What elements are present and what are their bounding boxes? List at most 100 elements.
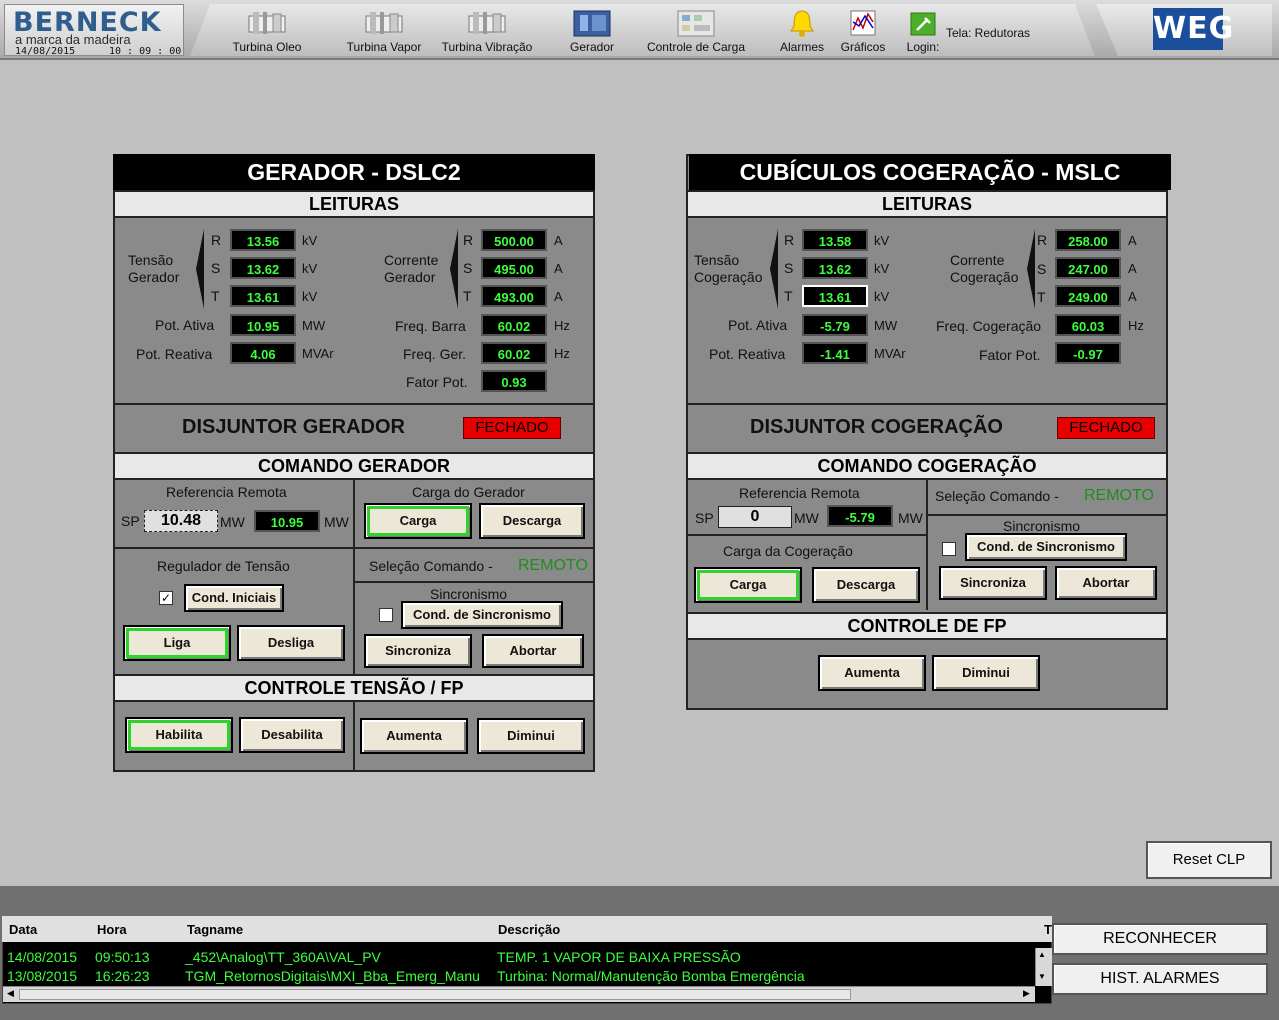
- liga-button[interactable]: Liga: [123, 625, 231, 661]
- alarm-time: 09:50:13: [95, 949, 150, 965]
- scroll-thumb[interactable]: [19, 989, 851, 1000]
- tensao-bracket: [770, 229, 778, 309]
- sp-label: SP: [121, 513, 140, 529]
- descarga-button[interactable]: Descarga: [812, 567, 920, 603]
- divider: [355, 581, 593, 583]
- turbine-icon: [468, 12, 506, 34]
- unit-label: Hz: [554, 318, 570, 333]
- reset-clp-button[interactable]: Reset CLP: [1146, 841, 1272, 879]
- abortar-button[interactable]: Abortar: [1055, 566, 1157, 600]
- cond-iniciais-button[interactable]: Cond. Iniciais: [184, 584, 284, 612]
- unit-label: A: [1128, 289, 1137, 304]
- nav-turbina-vapor[interactable]: Turbina Vapor: [340, 4, 428, 58]
- nav-gerador[interactable]: Gerador: [562, 4, 622, 58]
- nav-graficos[interactable]: Gráficos: [836, 4, 890, 58]
- desabilita-button[interactable]: Desabilita: [239, 717, 345, 753]
- phase-label: T: [463, 288, 472, 304]
- col-descricao: Descrição: [498, 922, 561, 937]
- brand-tagline: a marca da madeira: [15, 32, 131, 47]
- freq-ger-value: 60.02: [481, 342, 547, 364]
- diminui-button[interactable]: Diminui: [932, 655, 1040, 691]
- divider: [688, 534, 926, 536]
- pot-ativa-label: Pot. Ativa: [155, 317, 215, 333]
- scroll-up-icon[interactable]: ▲: [1038, 950, 1046, 959]
- reconhecer-button[interactable]: RECONHECER: [1052, 923, 1268, 955]
- phase-label: R: [211, 232, 222, 248]
- horizontal-scrollbar[interactable]: ◀ ▶: [3, 986, 1035, 1002]
- hist-alarmes-button[interactable]: HIST. ALARMES: [1052, 963, 1268, 995]
- cond-sinc-checkbox[interactable]: [379, 608, 393, 622]
- corrente-gerador-label: Corrente Gerador: [384, 252, 439, 285]
- phase-label: T: [784, 288, 793, 304]
- freq-cogeracao-label: Freq. Cogeração: [936, 318, 1042, 334]
- carga-button[interactable]: Carga: [364, 503, 472, 539]
- controle-fp-header: CONTROLE DE FP: [688, 612, 1166, 640]
- selecao-comando-label: Seleção Comando -: [935, 488, 1059, 504]
- fator-pot-label: Fator Pot.: [979, 347, 1041, 363]
- corrente-bracket: [450, 229, 458, 309]
- comando-cogeracao-header: COMANDO COGERAÇÃO: [688, 452, 1166, 480]
- scroll-left-icon[interactable]: ◀: [7, 988, 14, 999]
- phase-label: T: [211, 288, 220, 304]
- ref-value: -5.79: [827, 505, 893, 527]
- selecao-comando-value: REMOTO: [518, 557, 588, 574]
- fator-pot-value: 0.93: [481, 370, 547, 392]
- divider: [353, 480, 355, 770]
- phase-label: S: [211, 260, 221, 276]
- table-row[interactable]: 13/08/2015: [7, 968, 77, 984]
- sp-input[interactable]: 0: [718, 506, 792, 528]
- desliga-button[interactable]: Desliga: [237, 625, 345, 661]
- turbine-icon: [365, 12, 403, 34]
- pot-reativa-label: Pot. Reativa: [709, 346, 786, 362]
- berneck-logo: BERNECK a marca da madeira 14/08/2015 10…: [4, 4, 184, 57]
- table-row[interactable]: 14/08/2015: [7, 949, 77, 965]
- cond-sincronismo-button[interactable]: Cond. de Sincronismo: [965, 533, 1127, 561]
- nav-turbina-vibracao[interactable]: Turbina Vibração: [436, 4, 538, 58]
- unit-label: A: [554, 289, 563, 304]
- unit-label: kV: [302, 289, 318, 304]
- phase-label: S: [1037, 261, 1047, 277]
- sincroniza-button[interactable]: Sincroniza: [364, 634, 472, 668]
- pot-reativa-value: 4.06: [230, 342, 296, 364]
- scroll-right-icon[interactable]: ▶: [1023, 988, 1030, 999]
- descarga-button[interactable]: Descarga: [479, 503, 585, 539]
- unit-label: kV: [874, 261, 890, 276]
- diminui-button[interactable]: Diminui: [477, 718, 585, 754]
- nav-login[interactable]: Login:: [900, 4, 946, 58]
- unit-label: MW: [794, 510, 819, 526]
- sincroniza-button[interactable]: Sincroniza: [939, 566, 1047, 600]
- phase-label: S: [784, 260, 794, 276]
- carga-button[interactable]: Carga: [694, 567, 802, 603]
- abortar-button[interactable]: Abortar: [482, 634, 584, 668]
- phase-label: R: [463, 232, 474, 248]
- unit-label: MW: [324, 514, 349, 530]
- fator-pot-value: -0.97: [1055, 342, 1121, 364]
- scroll-down-icon[interactable]: ▼: [1038, 972, 1046, 981]
- carga-cogeracao-label: Carga da Cogeração: [723, 543, 853, 559]
- alarm-list-header: Data Hora Tagname Descrição T: [2, 916, 1052, 942]
- alarm-tagname: _452\Analog\TT_360A\VAL_PV: [185, 949, 381, 965]
- aumenta-button[interactable]: Aumenta: [360, 718, 468, 754]
- cond-iniciais-checkbox[interactable]: ✓: [159, 591, 173, 605]
- alarm-description: TEMP. 1 VAPOR DE BAIXA PRESSÃO: [497, 949, 741, 965]
- unit-label: MVAr: [302, 346, 334, 361]
- nav-controle-de-carga[interactable]: Controle de Carga: [642, 4, 750, 58]
- unit-label: A: [1128, 261, 1137, 276]
- aumenta-button[interactable]: Aumenta: [818, 655, 926, 691]
- pot-ativa-value: 10.95: [230, 314, 296, 336]
- corrente-s-value: 247.00: [1055, 257, 1121, 279]
- nav-turbina-oleo[interactable]: Turbina Oleo: [228, 4, 306, 58]
- cond-sinc-checkbox[interactable]: [942, 542, 956, 556]
- nav-alarmes[interactable]: Alarmes: [774, 4, 830, 58]
- corrente-r-value: 258.00: [1055, 229, 1121, 251]
- corrente-t-value: 493.00: [481, 285, 547, 307]
- divider: [115, 403, 593, 405]
- corrente-bracket: [1027, 229, 1035, 309]
- habilita-button[interactable]: Habilita: [125, 717, 233, 753]
- ref-remota-label: Referencia Remota: [166, 484, 287, 500]
- corrente-t-value: 249.00: [1055, 285, 1121, 307]
- vertical-scrollbar[interactable]: ▲ ▼: [1035, 948, 1052, 986]
- controle-tensao-fp-header: CONTROLE TENSÃO / FP: [115, 674, 593, 702]
- cond-sincronismo-button[interactable]: Cond. de Sincronismo: [401, 601, 563, 629]
- sp-input[interactable]: 10.48: [144, 510, 218, 532]
